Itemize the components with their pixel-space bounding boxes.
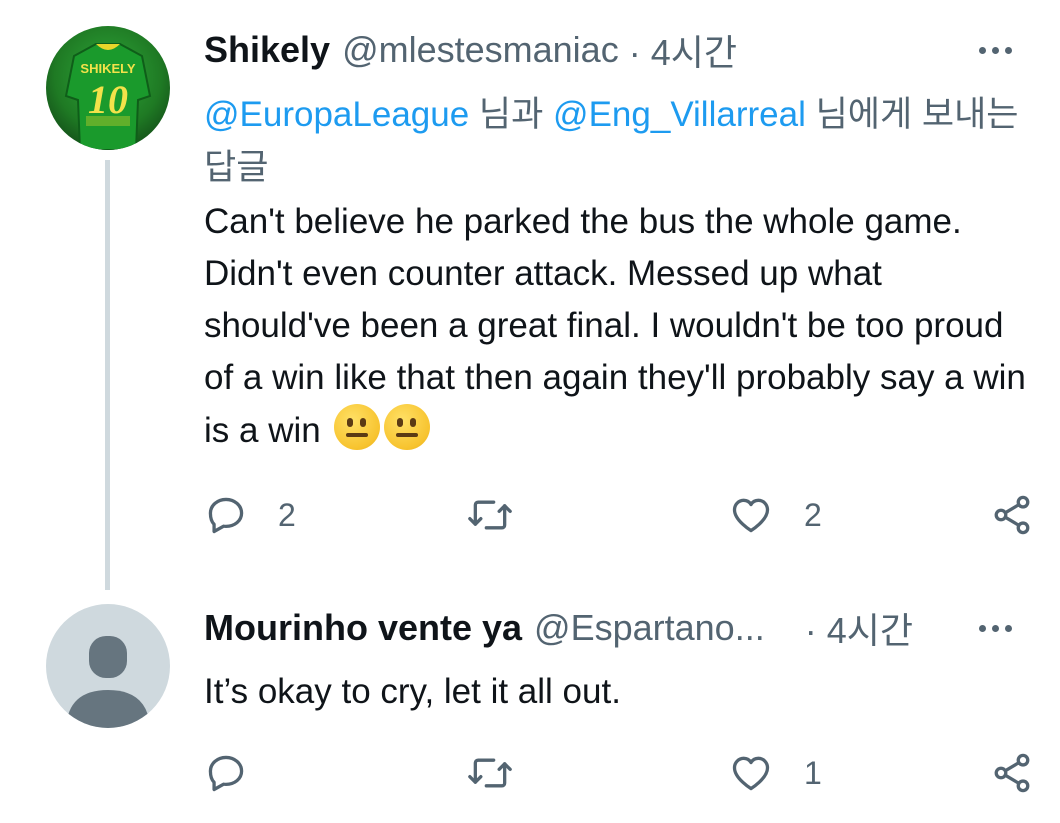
tweet-1[interactable]: SHIKELY 10 Shikely @mlestesmaniac · 4시간 … xyxy=(0,0,1060,600)
mention-europaleague[interactable]: @EuropaLeague xyxy=(204,95,469,134)
share-icon xyxy=(994,495,1030,535)
author-handle[interactable]: @Espartano... xyxy=(534,607,765,649)
tweet-header: Mourinho vente ya @Espartano... · 4시간 xyxy=(204,604,1040,652)
like-count: 1 xyxy=(804,754,822,791)
jersey-name: SHIKELY xyxy=(80,61,135,76)
like-count: 2 xyxy=(804,496,822,533)
like-icon xyxy=(732,756,770,791)
tweet-text: Can't believe he parked the bus the whol… xyxy=(204,196,1034,457)
reply-icon xyxy=(208,755,244,792)
jersey-avatar-image: SHIKELY 10 xyxy=(64,43,152,150)
action-bar: 2 2 xyxy=(0,490,1060,540)
retweet-button[interactable] xyxy=(466,748,544,798)
share-icon xyxy=(994,753,1030,793)
like-button[interactable]: 1 xyxy=(728,748,822,798)
tweet-body: It’s okay to cry, let it all out. xyxy=(204,672,621,711)
author-name[interactable]: Mourinho vente ya xyxy=(204,607,522,649)
author-handle[interactable]: @mlestesmaniac xyxy=(342,29,619,71)
avatar[interactable]: SHIKELY 10 xyxy=(46,26,170,150)
reply-connector: 님과 xyxy=(469,95,554,134)
timestamp[interactable]: · 4시간 xyxy=(805,602,913,654)
like-icon xyxy=(732,498,770,533)
more-icon[interactable] xyxy=(979,26,1012,74)
author-name[interactable]: Shikely xyxy=(204,29,330,71)
tweet-2[interactable]: Mourinho vente ya @Espartano... · 4시간 It… xyxy=(0,600,1060,823)
mention-eng-villarreal[interactable]: @Eng_Villarreal xyxy=(553,95,806,134)
jersey-number: 10 xyxy=(88,77,128,122)
tweet-text: It’s okay to cry, let it all out. xyxy=(204,666,1034,718)
neutral-face-emoji xyxy=(384,404,431,450)
retweet-icon xyxy=(468,500,512,530)
timestamp[interactable]: · 4시간 xyxy=(629,24,737,76)
neutral-face-emoji xyxy=(334,404,381,450)
tweet-body: Can't believe he parked the bus the whol… xyxy=(204,202,1026,450)
retweet-icon xyxy=(468,758,512,788)
reply-icon xyxy=(208,497,244,534)
reply-context: @EuropaLeague 님과 @Eng_Villarreal 님에게 보내는… xyxy=(204,88,1024,194)
default-avatar-icon xyxy=(66,636,150,728)
action-bar: 1 xyxy=(0,748,1060,798)
reply-count: 2 xyxy=(278,496,296,533)
more-icon[interactable] xyxy=(979,604,1012,652)
like-button[interactable]: 2 xyxy=(728,490,822,540)
retweet-button[interactable] xyxy=(466,490,544,540)
share-button[interactable] xyxy=(990,748,1034,798)
share-button[interactable] xyxy=(990,490,1034,540)
tweet-header: Shikely @mlestesmaniac · 4시간 xyxy=(204,26,1040,74)
avatar[interactable] xyxy=(46,604,170,728)
reply-button[interactable] xyxy=(204,748,278,798)
reply-button[interactable]: 2 xyxy=(204,490,296,540)
